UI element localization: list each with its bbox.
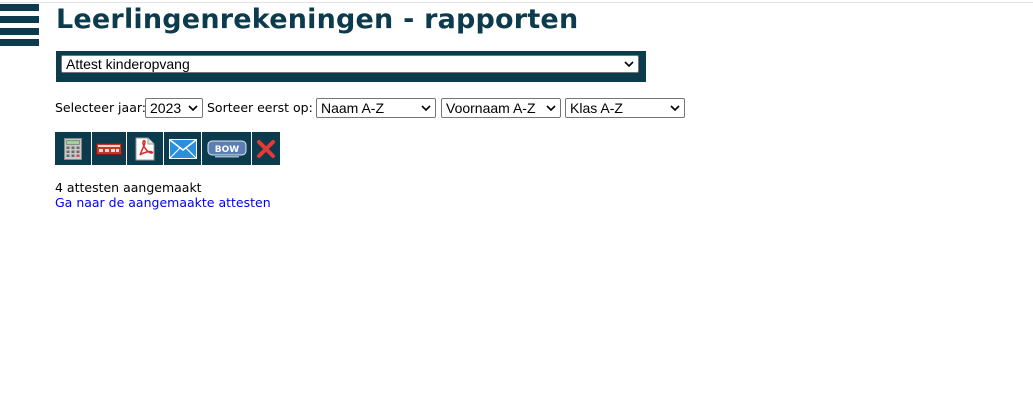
mail-button[interactable] <box>164 132 201 165</box>
calculator-icon <box>64 137 82 160</box>
sort-third-select[interactable]: Klas A-Z <box>565 98 685 118</box>
export-button[interactable] <box>92 132 126 165</box>
sort-label: Sorteer eerst op: <box>207 100 313 115</box>
sort-third-value: Klas A-Z <box>570 100 623 116</box>
chevron-down-icon <box>624 61 634 68</box>
bow-logo-text: BOW <box>214 145 239 155</box>
sort-first-select[interactable]: Naam A-Z <box>316 98 436 118</box>
hamburger-menu-icon[interactable] <box>0 4 39 46</box>
sort-second-select[interactable]: Voornaam A-Z <box>441 98 561 118</box>
calculate-button[interactable] <box>55 132 91 165</box>
sort-first-value: Naam A-Z <box>321 100 385 116</box>
bow-logo-icon: BOW <box>207 140 246 157</box>
year-value: 2023 <box>150 100 182 116</box>
close-button[interactable] <box>252 132 280 165</box>
sort-second-value: Voornaam A-Z <box>446 100 536 116</box>
mail-icon <box>168 138 197 159</box>
report-type-select[interactable]: Attest kinderopvang <box>61 55 639 73</box>
status-message: 4 attesten aangemaakt <box>55 180 202 195</box>
chevron-down-icon <box>670 105 680 112</box>
created-attests-link[interactable]: Ga naar de aangemaakte attesten <box>55 195 271 210</box>
chevron-down-icon <box>188 105 198 112</box>
top-divider <box>0 2 1033 3</box>
pdf-icon <box>135 137 155 160</box>
report-type-panel: Attest kinderopvang <box>56 51 646 82</box>
chevron-down-icon <box>546 105 556 112</box>
card-export-icon <box>96 142 122 155</box>
year-label: Selecteer jaar: <box>55 100 146 115</box>
page-title: Leerlingenrekeningen - rapporten <box>56 4 579 35</box>
chevron-down-icon <box>421 105 431 112</box>
pdf-button[interactable] <box>127 132 163 165</box>
report-type-value: Attest kinderopvang <box>66 56 190 72</box>
bow-button[interactable]: BOW <box>202 132 251 165</box>
close-icon <box>257 139 275 158</box>
year-select[interactable]: 2023 <box>145 98 203 118</box>
